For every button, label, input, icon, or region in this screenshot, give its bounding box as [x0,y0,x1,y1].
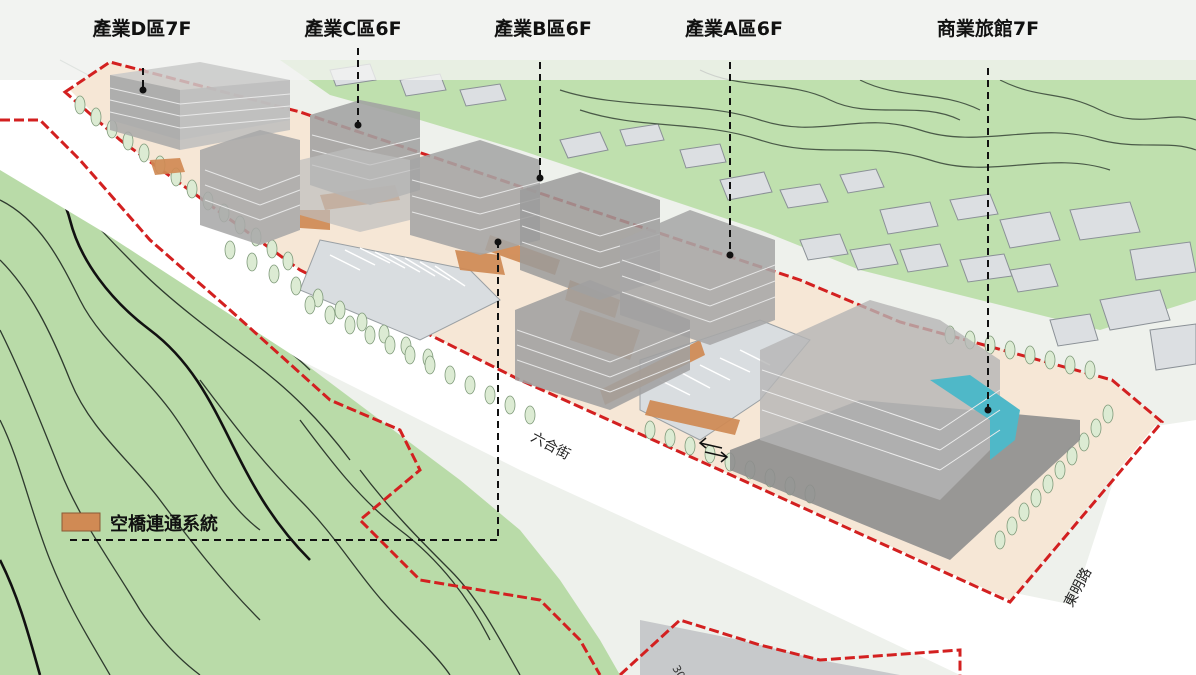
tree [344,315,356,335]
tree [484,385,496,405]
tree [1004,340,1016,360]
tree [356,312,368,332]
tree [1078,432,1090,452]
tree [1102,404,1114,424]
tree [90,107,102,127]
label-zone-a: 產業A區6F [685,17,783,40]
tree [1042,474,1054,494]
legend-label-skybridge: 空橋連通系統 [110,513,218,535]
tree [644,420,656,440]
tree [364,325,376,345]
tree [1030,488,1042,508]
tree [424,355,436,375]
tree [268,264,280,284]
tree [1024,345,1036,365]
tree [404,345,416,365]
legend-swatch-skybridge [61,512,101,532]
label-zone-d: 產業D區7F [93,17,192,40]
tree [1054,460,1066,480]
tree [1090,418,1102,438]
tree [684,436,696,456]
label-hotel: 商業旅館7F [937,17,1039,40]
tree [224,240,236,260]
tree [74,95,86,115]
tree [444,365,456,385]
tree [246,252,258,272]
tree [334,300,346,320]
tree [1084,360,1096,380]
site-plan-canvas: 產業D區7F 產業C區6F 產業B區6F 產業A區6F 商業旅館7F 空橋連通系… [0,0,1196,675]
tree [290,276,302,296]
tree [1044,350,1056,370]
tree [524,405,536,425]
tree [324,305,336,325]
tree [138,143,150,163]
label-zone-c: 產業C區6F [304,17,401,40]
tree [464,375,476,395]
tree [504,395,516,415]
tree [1018,502,1030,522]
tree [994,530,1006,550]
tree [1064,355,1076,375]
tree [282,251,294,271]
tree [1006,516,1018,536]
tree [664,428,676,448]
site-plan-diagram: 產業D區7F 產業C區6F 產業B區6F 產業A區6F 商業旅館7F 空橋連通系… [0,0,1196,675]
tree [186,179,198,199]
tree [304,295,316,315]
label-zone-b: 產業B區6F [494,17,592,40]
tree [384,335,396,355]
tree [266,239,278,259]
building-zone-c [300,100,421,232]
